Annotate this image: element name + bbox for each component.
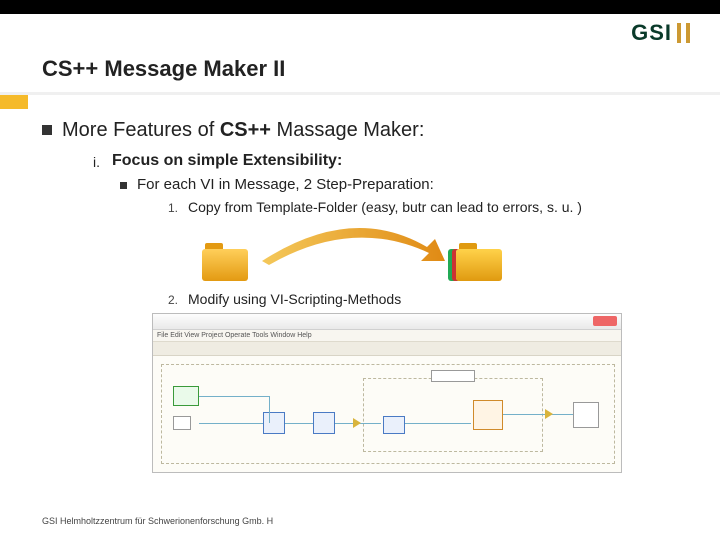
step-text: Copy from Template-Folder (easy, butr ca…: [188, 199, 582, 215]
wire: [503, 414, 573, 415]
block-diagram-canvas: [153, 356, 621, 472]
step-2: 2. Modify using VI-Scripting-Methods: [160, 291, 690, 307]
folder-dest-icon: [456, 243, 502, 281]
bullet-level1: More Features of CS++ Massage Maker:: [42, 118, 690, 142]
vi-node: [473, 400, 503, 430]
labview-block-diagram-screenshot: File Edit View Project Operate Tools Win…: [152, 313, 622, 473]
tail: Massage Maker:: [271, 119, 424, 141]
folder-source-icon: [202, 243, 248, 281]
lead: More Features of: [62, 119, 220, 141]
title-divider: [0, 92, 720, 95]
strong-part: CS++: [220, 119, 271, 141]
vi-node: [573, 402, 599, 428]
wire: [285, 423, 313, 424]
window-titlebar: [153, 314, 621, 330]
vi-node: [173, 386, 199, 406]
square-bullet-icon: [120, 182, 127, 189]
logo-bar-icon: [686, 23, 690, 43]
wire: [199, 396, 269, 397]
logo-bar-icon: [677, 23, 681, 43]
window-menubar: File Edit View Project Operate Tools Win…: [153, 330, 621, 342]
vi-node: [313, 412, 335, 434]
sub-text: Focus on simple Extensibility:: [112, 152, 342, 170]
gsi-logo: GSI: [631, 20, 690, 46]
step-text: Modify using VI-Scripting-Methods: [188, 291, 401, 307]
page-title: CS++ Message Maker II: [42, 56, 285, 82]
vi-node: [383, 416, 405, 434]
bullet-text: More Features of CS++ Massage Maker:: [62, 118, 424, 142]
bullet-level2: i. Focus on simple Extensibility:: [80, 152, 690, 170]
tunnel-icon: [545, 409, 553, 419]
child-text: For each VI in Message, 2 Step-Preparati…: [137, 176, 434, 193]
case-selector: [431, 370, 475, 382]
arrow-icon: [257, 221, 447, 269]
wire: [199, 423, 263, 424]
structure-node: [363, 378, 543, 452]
wire: [269, 396, 270, 423]
wire: [405, 423, 471, 424]
accent-block: [0, 95, 28, 109]
logo-text: GSI: [631, 20, 672, 46]
content: More Features of CS++ Massage Maker: i. …: [42, 118, 690, 473]
vi-node: [263, 412, 285, 434]
window-toolbar: [153, 342, 621, 356]
top-black-bar: [0, 0, 720, 14]
tunnel-icon: [353, 418, 361, 428]
step-number: 2.: [160, 293, 178, 307]
roman-numeral: i.: [80, 154, 100, 170]
footer-text: GSI Helmholtzzentrum für Schwerionenfors…: [42, 516, 273, 526]
step-number: 1.: [160, 201, 178, 215]
square-bullet-icon: [42, 125, 52, 135]
slide: GSI CS++ Message Maker II More Features …: [0, 0, 720, 540]
folder-copy-illustration: [202, 221, 502, 283]
close-icon: [593, 316, 617, 326]
bullet-level3: For each VI in Message, 2 Step-Preparati…: [120, 176, 690, 193]
vi-node: [173, 416, 191, 430]
step-1: 1. Copy from Template-Folder (easy, butr…: [160, 199, 690, 215]
